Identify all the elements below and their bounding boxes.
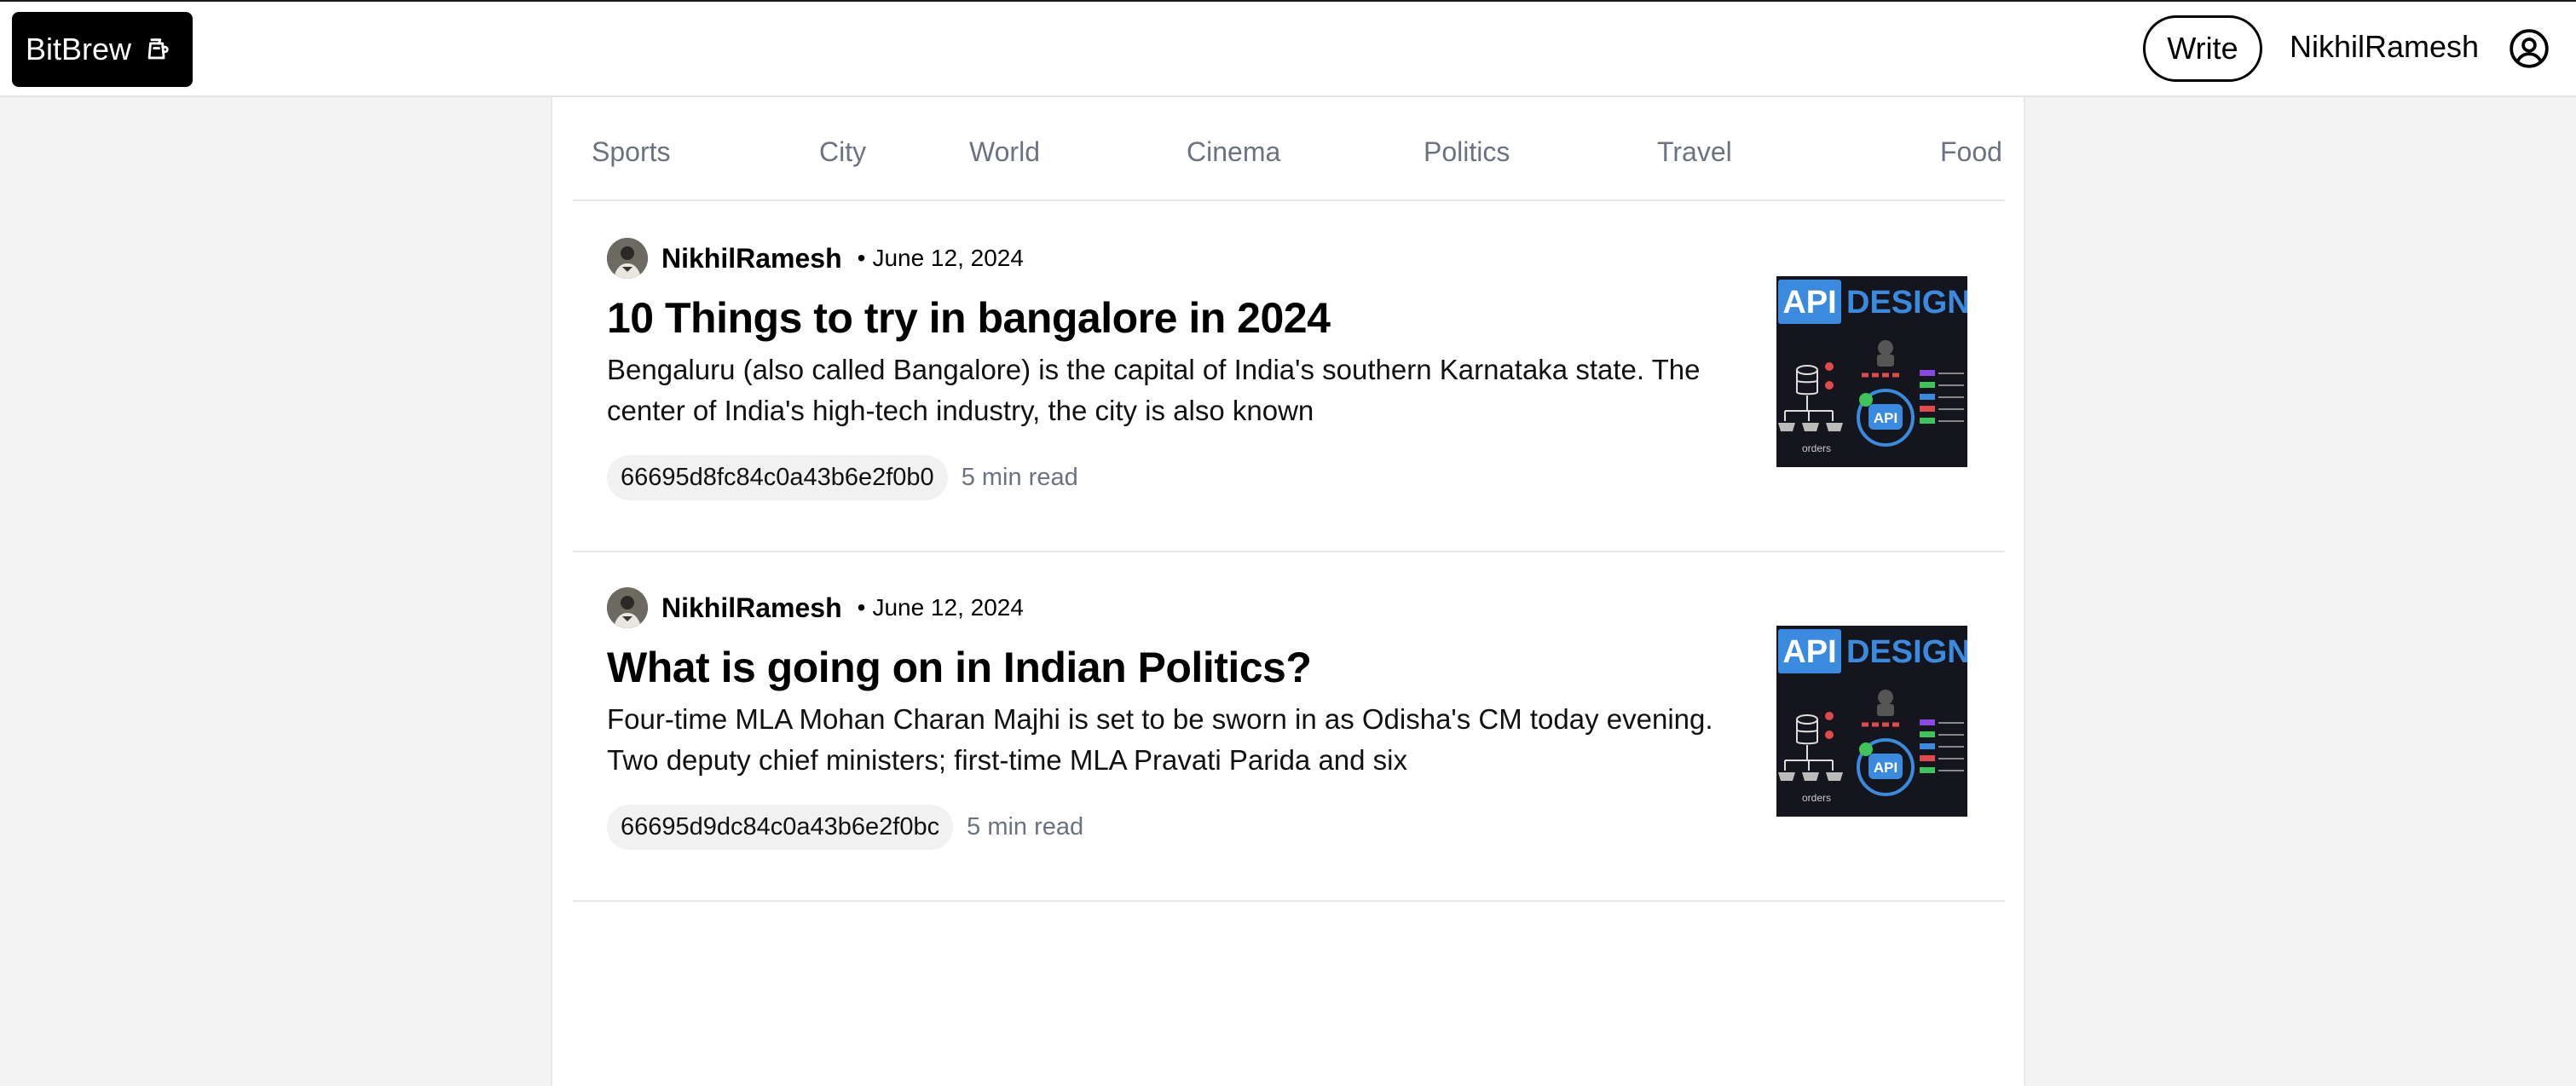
category-tabs: Sports City World Cinema Politics Travel…	[573, 97, 2005, 201]
thumb-word-api: API	[1782, 285, 1836, 321]
category-tab-politics[interactable]: Politics	[1424, 136, 1510, 168]
avatar	[607, 238, 648, 279]
article-title[interactable]: 10 Things to try in bangalore in 2024	[607, 293, 1331, 343]
article-thumbnail[interactable]: API DESIGN orders API	[1776, 276, 1971, 467]
read-time: 5 min read	[967, 813, 1084, 840]
meta-separator: •	[857, 245, 866, 271]
read-time: 5 min read	[961, 464, 1078, 491]
article-excerpt: Four-time MLA Mohan Charan Majhi is set …	[607, 703, 1713, 776]
article-title[interactable]: What is going on in Indian Politics?	[607, 643, 1312, 692]
thumb-word-design: DESIGN	[1846, 634, 1967, 670]
svg-text:API: API	[1874, 410, 1897, 426]
author-name[interactable]: NikhilRamesh	[661, 243, 842, 274]
article-footer: 66695d9dc84c0a43b6e2f0bc 5 min read	[607, 805, 1083, 850]
category-tab-sports[interactable]: Sports	[592, 136, 670, 168]
category-tab-cinema[interactable]: Cinema	[1187, 136, 1280, 168]
nav-username[interactable]: NikhilRamesh	[2290, 29, 2479, 65]
category-tab-food[interactable]: Food	[1940, 136, 2002, 168]
article-thumbnail[interactable]: API DESIGN orders API	[1776, 626, 1971, 817]
article-excerpt: Bengaluru (also called Bangalore) is the…	[607, 354, 1701, 426]
article-card[interactable]: NikhilRamesh • June 12, 2024 10 Things t…	[573, 203, 2005, 552]
article-tag[interactable]: 66695d8fc84c0a43b6e2f0b0	[607, 455, 948, 500]
coffee-pot-icon	[143, 35, 172, 64]
publish-date: June 12, 2024	[872, 594, 1024, 621]
top-navbar: BitBrew Write NikhilRamesh	[0, 0, 2576, 97]
meta-separator: •	[857, 594, 866, 621]
category-tab-travel[interactable]: Travel	[1657, 136, 1732, 168]
avatar	[607, 587, 648, 628]
write-button[interactable]: Write	[2143, 15, 2262, 82]
article-tag[interactable]: 66695d9dc84c0a43b6e2f0bc	[607, 805, 954, 850]
article-meta: NikhilRamesh • June 12, 2024	[607, 586, 1024, 629]
svg-text:API: API	[1874, 760, 1897, 776]
brand-name: BitBrew	[26, 32, 132, 66]
category-tab-world[interactable]: World	[969, 136, 1040, 168]
svg-text:orders: orders	[1802, 442, 1831, 454]
brand-logo[interactable]: BitBrew	[12, 12, 193, 87]
article-footer: 66695d8fc84c0a43b6e2f0b0 5 min read	[607, 455, 1078, 500]
thumb-word-design: DESIGN	[1846, 285, 1967, 321]
main-feed: Sports City World Cinema Politics Travel…	[551, 97, 2025, 1086]
article-meta: NikhilRamesh • June 12, 2024	[607, 237, 1024, 280]
author-name[interactable]: NikhilRamesh	[661, 592, 842, 624]
publish-date: June 12, 2024	[872, 245, 1024, 271]
thumb-word-api: API	[1782, 634, 1836, 670]
category-tab-city[interactable]: City	[819, 136, 866, 168]
user-circle-icon[interactable]	[2508, 27, 2550, 74]
svg-text:orders: orders	[1802, 792, 1831, 804]
article-card[interactable]: NikhilRamesh • June 12, 2024 What is goi…	[573, 552, 2005, 902]
